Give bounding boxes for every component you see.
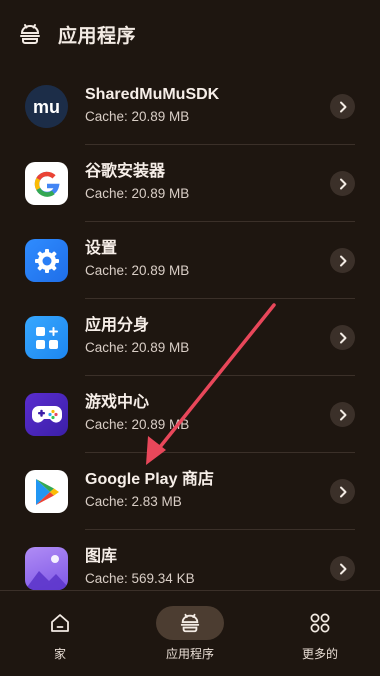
app-header: 应用程序 <box>0 0 380 68</box>
app-name: 图库 <box>85 548 118 565</box>
app-row-google-installer[interactable]: 谷歌安装器 Cache: 20.89 MB <box>0 145 380 222</box>
android-robot-icon <box>20 24 40 44</box>
nav-home[interactable]: 家 <box>0 591 120 676</box>
app-name: 游戏中心 <box>85 394 150 411</box>
app-list: mu SharedMuMuSDK Cache: 20.89 MB 谷歌安装器 C… <box>0 68 380 590</box>
bottom-navigation: 家 应用程序 更多的 <box>0 590 380 676</box>
nav-label: 应用程序 <box>165 647 214 661</box>
nav-label: 更多的 <box>301 647 338 661</box>
settings-gear-icon <box>25 239 68 282</box>
nav-label: 家 <box>53 647 66 661</box>
gallery-icon <box>25 547 68 590</box>
google-play-icon <box>25 470 68 513</box>
app-row-settings[interactable]: 设置 Cache: 20.89 MB <box>0 222 380 299</box>
app-cache-size: Cache: 20.89 MB <box>85 263 190 278</box>
android-robot-icon <box>180 613 200 633</box>
app-name: 谷歌安装器 <box>85 163 166 180</box>
app-row-sharedmumusdk[interactable]: mu SharedMuMuSDK Cache: 20.89 MB <box>0 68 380 145</box>
app-row-game-center[interactable]: 游戏中心 Cache: 20.89 MB <box>0 376 380 453</box>
app-cache-size: Cache: 569.34 KB <box>85 571 195 586</box>
app-row-google-play[interactable]: Google Play 商店 Cache: 2.83 MB <box>0 453 380 530</box>
mumu-logo-icon: mu <box>25 85 68 128</box>
app-cache-size: Cache: 20.89 MB <box>85 186 190 201</box>
chevron-right-icon[interactable] <box>330 325 355 350</box>
nav-apps[interactable]: 应用程序 <box>130 591 250 676</box>
app-name: SharedMuMuSDK <box>85 86 220 103</box>
app-clone-icon <box>25 316 68 359</box>
more-grid-icon <box>310 613 330 633</box>
chevron-right-icon[interactable] <box>330 402 355 427</box>
nav-more[interactable]: 更多的 <box>260 591 380 676</box>
home-icon <box>51 614 69 632</box>
page-title: 应用程序 <box>58 25 137 47</box>
app-name: 应用分身 <box>85 317 150 334</box>
app-name: Google Play 商店 <box>85 471 214 488</box>
game-controller-icon <box>25 393 68 436</box>
app-cache-size: Cache: 20.89 MB <box>85 109 190 124</box>
chevron-right-icon[interactable] <box>330 94 355 119</box>
google-g-icon <box>25 162 68 205</box>
chevron-right-icon[interactable] <box>330 248 355 273</box>
svg-text:mu: mu <box>33 97 60 117</box>
chevron-right-icon[interactable] <box>330 171 355 196</box>
app-row-gallery[interactable]: 图库 Cache: 569.34 KB <box>0 530 380 590</box>
app-cache-size: Cache: 2.83 MB <box>85 494 182 509</box>
chevron-right-icon[interactable] <box>330 556 355 581</box>
active-indicator <box>156 606 224 640</box>
app-name: 设置 <box>85 240 118 257</box>
app-cache-size: Cache: 20.89 MB <box>85 417 190 432</box>
chevron-right-icon[interactable] <box>330 479 355 504</box>
app-cache-size: Cache: 20.89 MB <box>85 340 190 355</box>
app-row-app-clone[interactable]: 应用分身 Cache: 20.89 MB <box>0 299 380 376</box>
